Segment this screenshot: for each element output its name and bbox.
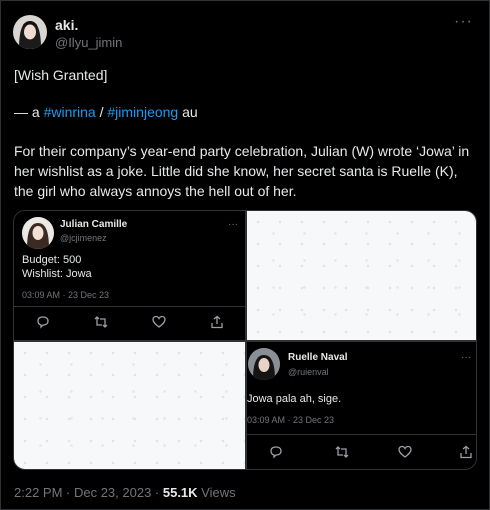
ruelle-name: Ruelle Naval xyxy=(288,352,348,363)
media-image-3[interactable] xyxy=(14,342,245,469)
views-count: 55.1K xyxy=(162,485,198,500)
julian-name: Julian Camille xyxy=(60,219,128,230)
card2-separator xyxy=(247,434,476,435)
views-label: Views xyxy=(197,485,236,500)
ruelle-handle: @ruienval xyxy=(288,367,329,377)
media-grid[interactable]: Julian Camille @jcjimenez ··· Budget: 50… xyxy=(13,210,477,470)
tweet-body: For their company’s year-end party celeb… xyxy=(14,143,470,199)
ruelle-avatar xyxy=(248,348,280,380)
share-icon xyxy=(459,445,473,459)
julian-handle: @jcjimenez xyxy=(60,233,107,243)
media-image-1[interactable]: Julian Camille @jcjimenez ··· Budget: 50… xyxy=(14,211,245,340)
julian-avatar xyxy=(22,217,54,249)
retweet-icon xyxy=(94,315,108,329)
media-image-2[interactable] xyxy=(247,211,476,340)
share-icon xyxy=(210,315,224,329)
hashtag-jiminjeong[interactable]: #jiminjeong xyxy=(107,104,178,120)
tweet-timestamp[interactable]: 2:22 PM · Dec 23, 2023 · xyxy=(14,485,163,500)
julian-budget: Budget: 500 xyxy=(22,254,82,266)
tweet-meta: 2:22 PM · Dec 23, 2023 · 55.1K Views xyxy=(14,485,236,500)
grid-divider-horizontal xyxy=(14,340,476,342)
user-handle[interactable]: @Ilyu_jimin xyxy=(55,35,122,50)
ruelle-reply-text: Jowa pala ah, sige. xyxy=(247,393,342,405)
reply-icon xyxy=(269,445,283,459)
more-options-icon[interactable]: ··· xyxy=(454,13,473,31)
card2-time: 03:09 AM · 23 Dec 23 xyxy=(247,415,335,425)
like-icon xyxy=(152,315,166,329)
au-suffix: au xyxy=(178,104,198,120)
card1-more-icon: ··· xyxy=(228,219,238,230)
tweet-au-line: — a #winrina / #jiminjeong au xyxy=(14,102,198,122)
display-name[interactable]: aki. xyxy=(55,17,78,33)
user-avatar[interactable] xyxy=(13,15,47,49)
au-prefix: — a xyxy=(14,104,44,120)
card1-time: 03:09 AM · 23 Dec 23 xyxy=(22,290,110,300)
card1-separator xyxy=(14,306,245,307)
reply-icon xyxy=(36,315,50,329)
slash-separator: / xyxy=(95,104,108,120)
hashtag-winrina[interactable]: #winrina xyxy=(44,104,96,120)
like-icon xyxy=(398,445,412,459)
retweet-icon xyxy=(335,445,349,459)
tweet-title-line: [Wish Granted] xyxy=(14,67,108,83)
tweet-container: aki. @Ilyu_jimin ··· [Wish Granted] — a … xyxy=(0,0,490,510)
julian-wishlist: Wishlist: Jowa xyxy=(22,268,92,280)
card2-more-icon: ··· xyxy=(461,352,471,363)
media-image-4[interactable]: Ruelle Naval @ruienval ··· Jowa pala ah,… xyxy=(247,342,476,469)
